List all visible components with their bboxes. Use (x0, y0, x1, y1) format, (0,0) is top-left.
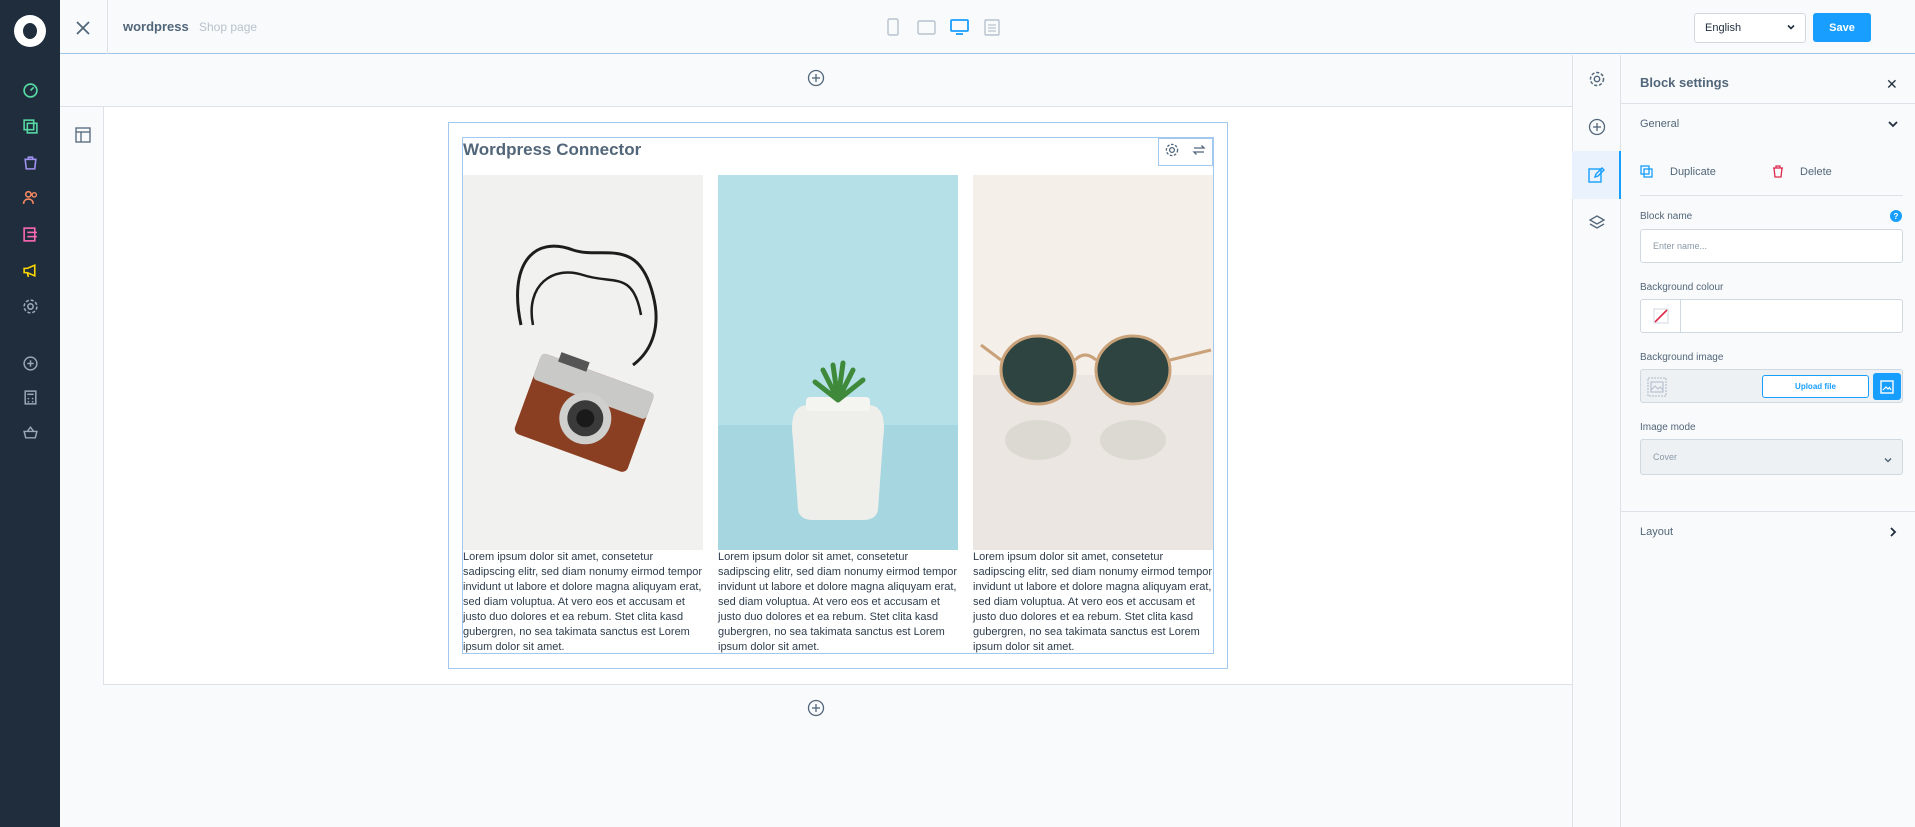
page-settings-icon[interactable] (1572, 55, 1621, 103)
chevron-down-icon (1786, 22, 1796, 35)
marketing-icon[interactable] (19, 259, 41, 281)
divider (1621, 511, 1915, 512)
language-select[interactable]: English (1694, 13, 1806, 43)
chevron-down-icon[interactable] (1887, 117, 1899, 135)
background-colour-input[interactable] (1640, 299, 1903, 333)
close-icon[interactable]: ✕ (1886, 76, 1898, 93)
basket-icon[interactable] (19, 421, 41, 443)
layers-icon[interactable] (1572, 199, 1621, 247)
shopware-logo[interactable] (14, 15, 46, 47)
main-navigation (0, 0, 60, 827)
image-placeholder-icon (1647, 377, 1667, 402)
element-settings-icon[interactable] (1164, 142, 1180, 163)
divider (1640, 195, 1903, 196)
element-swap-icon[interactable] (1191, 142, 1207, 163)
orders-icon[interactable] (19, 151, 41, 173)
dashboard-icon[interactable] (19, 79, 41, 101)
duplicate-icon[interactable] (1640, 165, 1653, 183)
block-settings-icon[interactable] (1572, 151, 1621, 199)
delete-button[interactable]: Delete (1800, 166, 1832, 178)
sunglasses-image (973, 175, 1213, 550)
save-button[interactable]: Save (1813, 13, 1871, 42)
form-view-icon[interactable] (982, 17, 1002, 37)
add-section-top-icon[interactable] (807, 69, 825, 87)
image-mode-value: Cover (1653, 452, 1678, 462)
background-image-label: Background image (1640, 352, 1724, 363)
layout-accordion-label[interactable]: Layout (1640, 526, 1673, 538)
desktop-view-icon[interactable] (949, 17, 969, 37)
settings-icon[interactable] (19, 295, 41, 317)
background-colour-label: Background colour (1640, 282, 1724, 293)
language-value: English (1705, 22, 1742, 34)
element-toolbar (1158, 138, 1213, 166)
column-text: Lorem ipsum dolor sit amet, consetetur s… (463, 551, 703, 653)
plant-image (718, 175, 958, 550)
colour-swatch[interactable] (1641, 300, 1681, 332)
block-name-label: Block name (1640, 211, 1693, 222)
close-icon[interactable] (70, 15, 96, 41)
camera-image (463, 175, 703, 550)
mobile-view-icon[interactable] (883, 17, 903, 37)
image-mode-select[interactable]: Cover (1640, 439, 1903, 475)
trash-icon[interactable] (1772, 165, 1784, 183)
general-accordion-label[interactable]: General (1640, 118, 1679, 130)
chevron-down-icon (1883, 452, 1893, 470)
customers-icon[interactable] (19, 186, 41, 208)
add-icon[interactable] (19, 352, 41, 374)
add-block-icon[interactable] (1572, 103, 1621, 151)
divider (1621, 103, 1915, 104)
image-mode-label: Image mode (1640, 422, 1696, 433)
page-subtitle: Shop page (199, 20, 258, 34)
help-icon[interactable]: ? (1890, 210, 1902, 222)
block-title: Wordpress Connector (463, 140, 642, 159)
upload-file-button[interactable]: Upload file (1762, 375, 1869, 398)
duplicate-button[interactable]: Duplicate (1670, 166, 1716, 178)
block-name-input[interactable]: Enter name... (1640, 229, 1903, 263)
chevron-right-icon[interactable] (1887, 525, 1899, 543)
panel-title: Block settings (1640, 75, 1729, 90)
content-icon[interactable] (19, 223, 41, 245)
page-title: wordpress (123, 19, 189, 34)
column-text: Lorem ipsum dolor sit amet, consetetur s… (718, 551, 958, 653)
media-library-icon[interactable] (1873, 373, 1901, 400)
calculator-icon[interactable] (19, 386, 41, 408)
block-name-placeholder: Enter name... (1653, 241, 1708, 251)
topbar-divider (107, 0, 108, 54)
section-settings-strip (60, 107, 104, 685)
column-text: Lorem ipsum dolor sit amet, consetetur s… (973, 551, 1213, 653)
background-image-upload: Upload file (1640, 369, 1903, 403)
add-section-bottom-icon[interactable] (807, 699, 825, 717)
tablet-view-icon[interactable] (916, 17, 936, 37)
section-layout-icon[interactable] (74, 126, 92, 144)
catalogue-icon[interactable] (19, 115, 41, 137)
